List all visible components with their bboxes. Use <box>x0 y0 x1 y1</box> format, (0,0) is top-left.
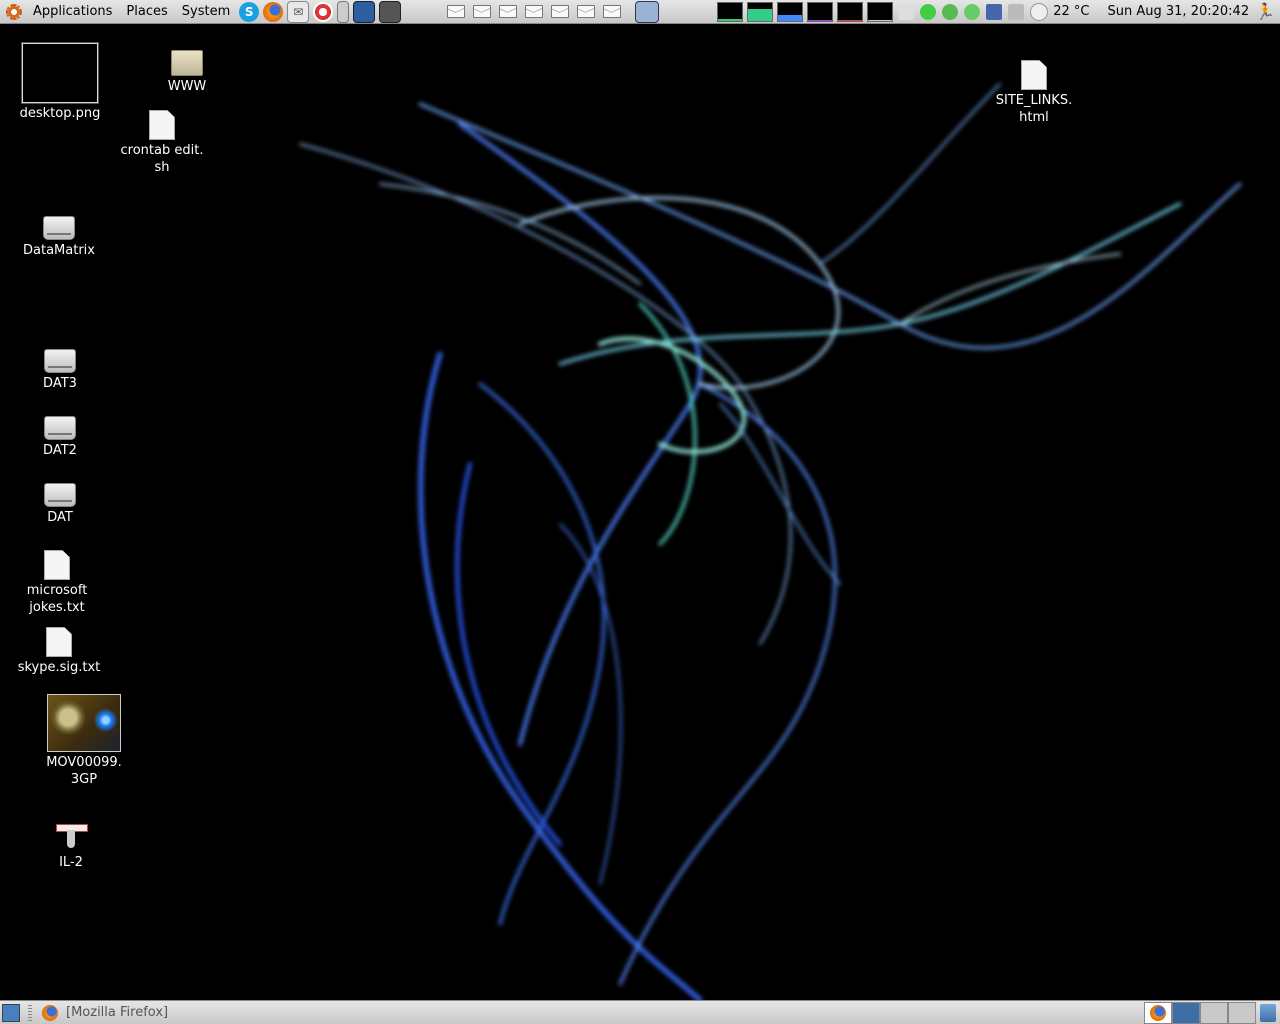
firefox-icon <box>1150 1004 1166 1021</box>
icon-label: DAT <box>47 510 73 525</box>
drive-icon <box>44 416 76 440</box>
volume-icon[interactable] <box>1008 3 1025 20</box>
icon-label: SITE_LINKS. html <box>995 93 1073 125</box>
workspace-4[interactable] <box>1228 1001 1256 1024</box>
disk-monitor-icon <box>867 1 894 22</box>
html-file-icon <box>1021 60 1047 90</box>
weather-cloud-icon[interactable] <box>1030 2 1049 21</box>
mail-icon[interactable] <box>473 5 492 18</box>
checkmark-icon[interactable] <box>942 3 959 20</box>
status-green-icon[interactable] <box>920 3 937 20</box>
desktop-file-mov00099[interactable]: MOV00099. 3GP <box>34 694 134 788</box>
bottom-panel: [Mozilla Firefox] <box>0 1000 1280 1024</box>
mail-icon[interactable] <box>525 5 544 18</box>
desktop-file-microsoft-jokes[interactable]: microsoft jokes.txt <box>7 550 107 616</box>
mail-icon[interactable] <box>551 5 570 18</box>
desktop-drive-dat2[interactable]: DAT2 <box>10 412 110 459</box>
cpu-monitor-icon <box>717 1 744 22</box>
running-man-icon[interactable]: 🏃 <box>1255 2 1275 21</box>
workspace-1[interactable] <box>1144 1001 1172 1024</box>
desktop-launcher-il2[interactable]: IL-2 <box>21 820 121 871</box>
desktop-file-site-links[interactable]: SITE_LINKS. html <box>984 60 1084 126</box>
workspace-switcher <box>1144 1001 1256 1024</box>
icon-label: IL-2 <box>59 855 83 870</box>
memory-monitor-icon <box>747 1 774 22</box>
taskbar-item-label: [Mozilla Firefox] <box>66 1005 169 1020</box>
swap-monitor-icon <box>807 1 834 22</box>
desktop-drive-datamatrix[interactable]: DataMatrix <box>9 212 109 259</box>
trash-icon[interactable] <box>1260 1003 1276 1022</box>
desktop-drive-dat3[interactable]: DAT3 <box>10 345 110 392</box>
mail-icon[interactable] <box>499 5 518 18</box>
mail-icon[interactable] <box>577 5 596 18</box>
ubuntu-logo-icon[interactable] <box>6 3 22 20</box>
image-thumbnail-icon <box>22 43 98 103</box>
desktop-file-skype-sig[interactable]: skype.sig.txt <box>9 627 109 676</box>
places-menu[interactable]: Places <box>119 0 174 24</box>
terminal-launcher-icon[interactable] <box>379 0 402 23</box>
airplane-icon <box>56 820 88 852</box>
script-file-icon <box>149 110 175 140</box>
remote-launcher-icon[interactable] <box>337 0 350 23</box>
text-file-icon <box>44 550 70 580</box>
taskbar-item-firefox[interactable]: [Mozilla Firefox] <box>36 1002 174 1024</box>
icon-label: WWW <box>167 79 207 94</box>
desktop-drive-dat[interactable]: DAT <box>10 479 110 526</box>
drive-icon <box>44 483 76 507</box>
network-icon[interactable] <box>986 3 1003 20</box>
icon-label: microsoft jokes.txt <box>26 583 88 615</box>
video-thumbnail-icon <box>47 694 121 752</box>
folder-icon <box>171 50 203 76</box>
system-menu[interactable]: System <box>175 0 237 24</box>
panel-grip[interactable] <box>28 1004 32 1021</box>
icon-label: DAT2 <box>43 443 77 458</box>
icon-label: skype.sig.txt <box>17 660 101 675</box>
network-desktop-launcher-icon[interactable] <box>353 0 376 23</box>
firefox-launcher-icon[interactable] <box>263 1 284 22</box>
text-file-icon <box>46 627 72 657</box>
desktop-file-desktop-png[interactable]: desktop.png <box>10 43 110 122</box>
top-panel: Applications Places System S ✉ 22 °C Sun… <box>0 0 1280 24</box>
mail-icon[interactable] <box>603 5 622 18</box>
icon-label: desktop.png <box>19 106 101 121</box>
skype-launcher-icon[interactable]: S <box>239 1 260 22</box>
help-launcher-icon[interactable] <box>313 1 334 22</box>
load-monitor-icon <box>837 1 864 22</box>
applications-menu[interactable]: Applications <box>26 0 119 24</box>
weather-temperature[interactable]: 22 °C <box>1053 4 1089 19</box>
desktop-folder-www[interactable]: WWW <box>137 50 237 95</box>
icon-label: crontab edit. sh <box>120 143 204 175</box>
drive-icon <box>43 216 75 240</box>
screenshot-icon[interactable] <box>898 3 915 20</box>
checkmark-icon[interactable] <box>964 3 981 20</box>
workspace-3[interactable] <box>1200 1001 1228 1024</box>
icon-label: DAT3 <box>43 376 77 391</box>
clock[interactable]: Sun Aug 31, 20:20:42 <box>1108 4 1250 19</box>
show-desktop-icon[interactable] <box>2 1003 20 1022</box>
drive-icon <box>44 349 76 373</box>
icon-label: DataMatrix <box>23 243 95 258</box>
window-list-icon[interactable] <box>635 0 660 23</box>
firefox-icon <box>42 1004 58 1021</box>
desktop-file-crontab[interactable]: crontab edit. sh <box>112 110 212 176</box>
mail-clock-launcher-icon[interactable]: ✉ <box>287 0 310 23</box>
workspace-2[interactable] <box>1172 1001 1200 1024</box>
network-monitor-icon <box>777 1 804 22</box>
icon-label: MOV00099. 3GP <box>46 755 122 787</box>
mail-icon[interactable] <box>447 5 466 18</box>
